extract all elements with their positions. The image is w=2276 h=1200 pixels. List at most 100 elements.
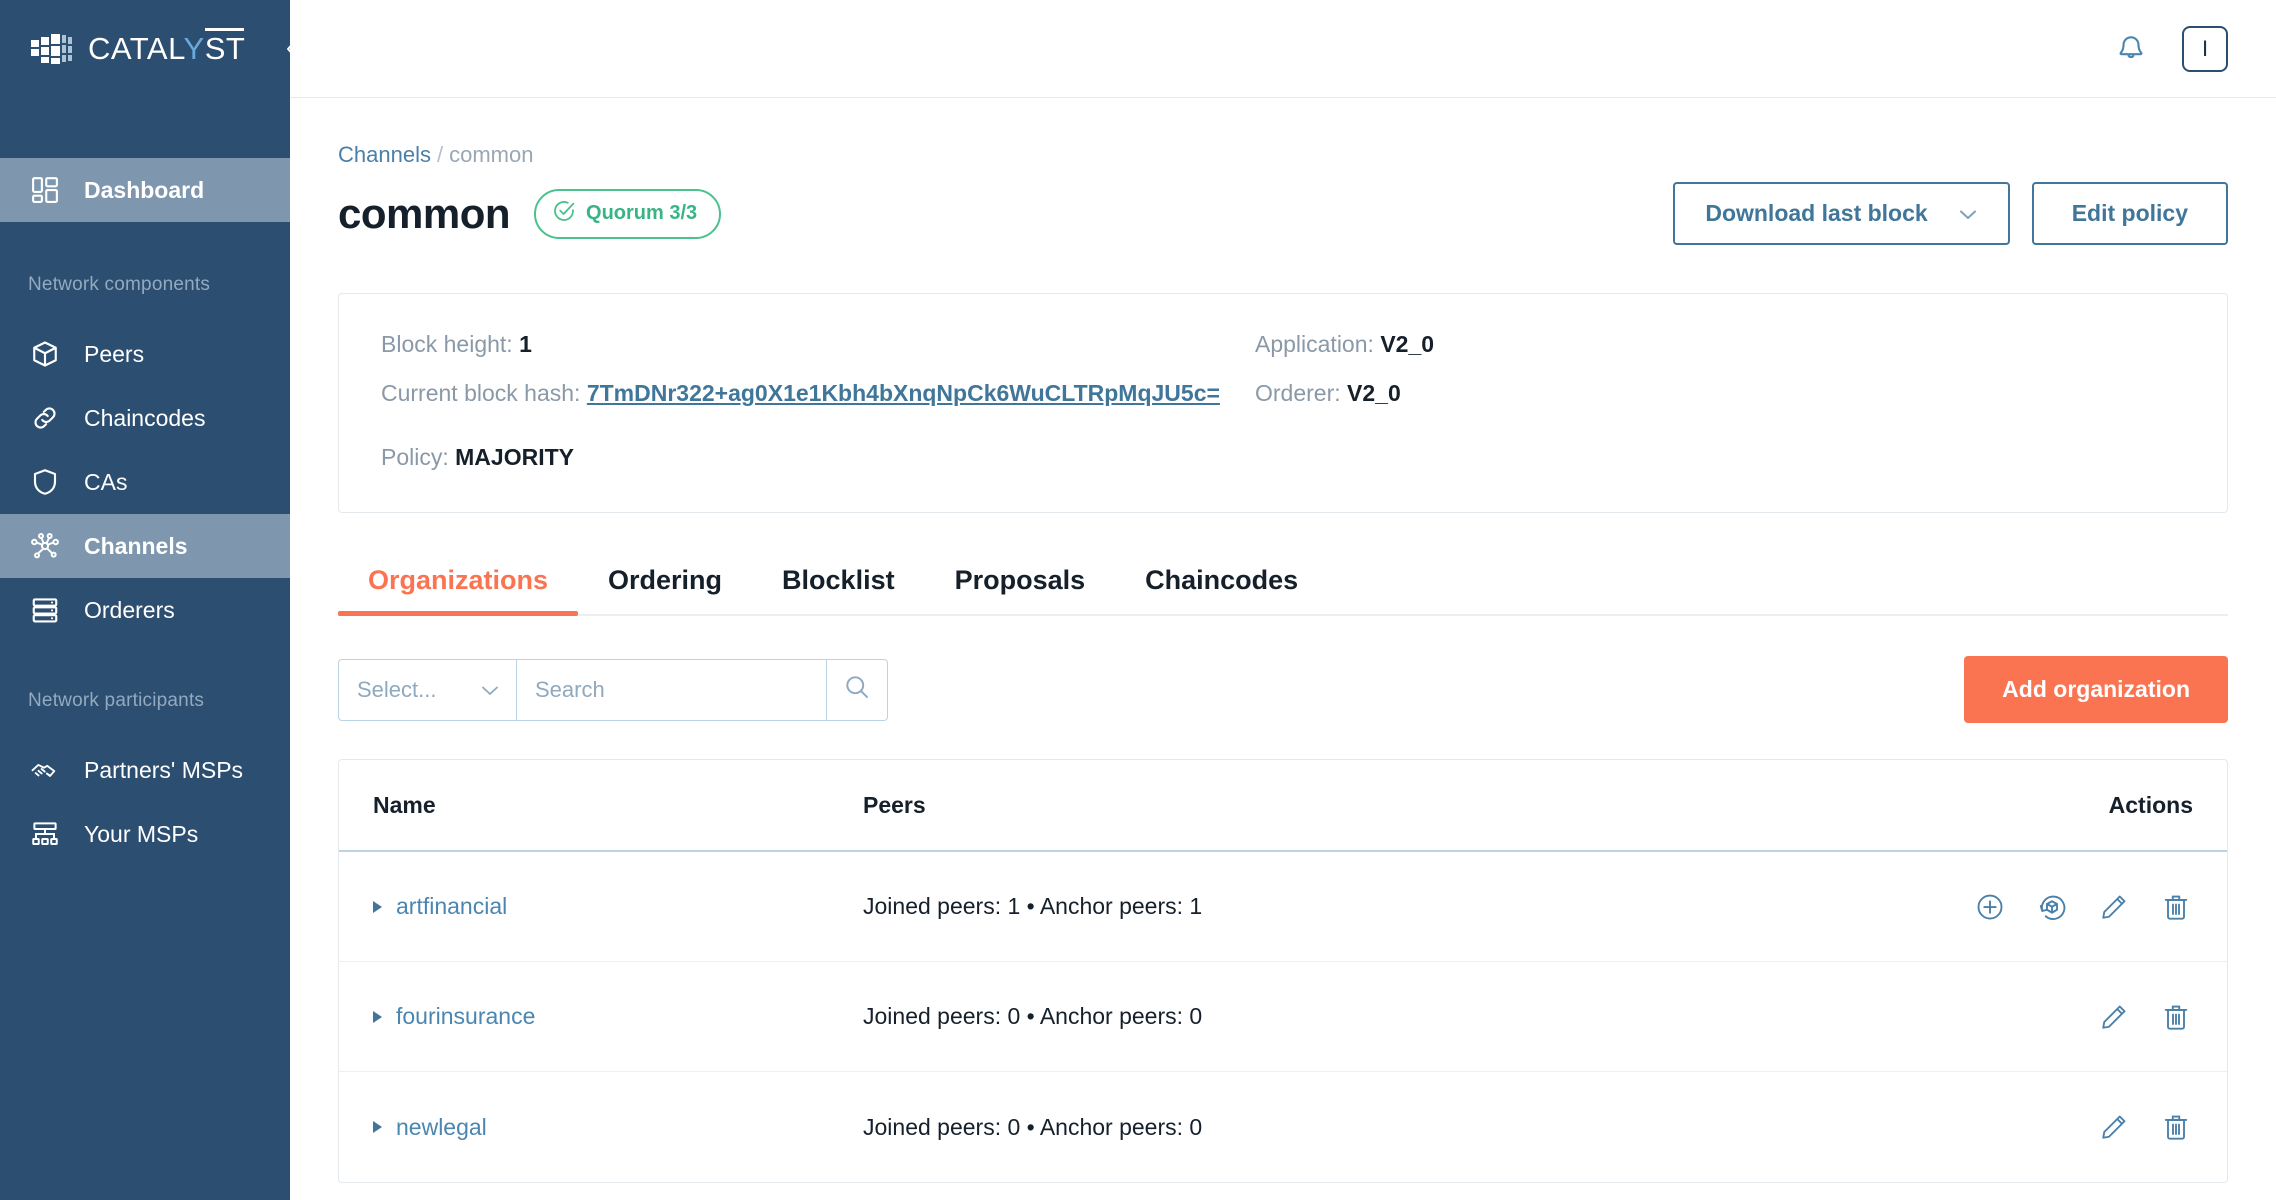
tab-organizations[interactable]: Organizations xyxy=(338,565,578,614)
edit-pencil-icon[interactable] xyxy=(2097,1110,2131,1144)
sidebar-item-label: Dashboard xyxy=(84,177,204,204)
brand-name: CATALYST xyxy=(88,31,245,67)
sidebar-item-label: Channels xyxy=(84,533,188,560)
sidebar-item-label: Partners' MSPs xyxy=(84,757,243,784)
table-toolbar: Select... xyxy=(338,656,2228,723)
row-name-cell: artfinancial xyxy=(373,893,863,920)
add-organization-button[interactable]: Add organization xyxy=(1964,656,2228,723)
block-hash-label: Current block hash: xyxy=(381,380,580,406)
tab-chaincodes[interactable]: Chaincodes xyxy=(1115,565,1328,614)
application-row: Application: V2_0 xyxy=(1255,328,2185,361)
chevron-left-icon[interactable] xyxy=(283,34,303,64)
row-peers-cell: Joined peers: 0 • Anchor peers: 0 xyxy=(863,1114,1893,1141)
row-name-cell: fourinsurance xyxy=(373,1003,863,1030)
organization-name[interactable]: artfinancial xyxy=(396,893,507,920)
sidebar-item-cas[interactable]: CAs xyxy=(0,450,290,514)
plus-circle-icon[interactable] xyxy=(1973,890,2007,924)
sidebar-item-label: Your MSPs xyxy=(84,821,198,848)
block-height-value: 1 xyxy=(519,331,532,357)
organization-name[interactable]: fourinsurance xyxy=(396,1003,535,1030)
sidebar-item-channels[interactable]: Channels xyxy=(0,514,290,578)
column-header-name: Name xyxy=(373,792,863,819)
download-last-block-label: Download last block xyxy=(1705,200,1927,227)
server-icon xyxy=(28,593,62,627)
app-root: CATALYST Dashboard Netwo xyxy=(0,0,2276,1200)
channel-info-card: Block height: 1 Current block hash: 7TmD… xyxy=(338,293,2228,513)
expand-caret-icon[interactable] xyxy=(373,1011,382,1023)
shield-icon xyxy=(28,465,62,499)
check-circle-icon xyxy=(552,199,576,229)
sidebar-section-network-components: Network components xyxy=(0,274,290,296)
block-hash-value[interactable]: 7TmDNr322+ag0X1e1Kbh4bXnqNpCk6WuCLTRpMqJ… xyxy=(587,380,1220,406)
chevron-down-icon xyxy=(480,677,500,703)
sidebar-item-orderers[interactable]: Orderers xyxy=(0,578,290,642)
brand-name-part-st: ST xyxy=(205,31,246,66)
search-button[interactable] xyxy=(826,659,888,721)
sidebar-item-partners-msps[interactable]: Partners' MSPs xyxy=(0,738,290,802)
row-name-cell: newlegal xyxy=(373,1114,863,1141)
bell-icon[interactable] xyxy=(2110,28,2152,70)
delete-trash-icon[interactable] xyxy=(2159,890,2193,924)
edit-pencil-icon[interactable] xyxy=(2097,890,2131,924)
dashboard-icon xyxy=(28,173,62,207)
anchor-peer-icon[interactable] xyxy=(2035,890,2069,924)
avatar-initial: I xyxy=(2202,36,2208,62)
sidebar-nav: Dashboard Network components Peers xyxy=(0,158,290,866)
policy-row: Policy: MAJORITY xyxy=(381,441,1255,474)
sidebar-item-label: Chaincodes xyxy=(84,405,205,432)
filter-select[interactable]: Select... xyxy=(338,659,516,721)
tab-proposals[interactable]: Proposals xyxy=(925,565,1116,614)
handshake-icon xyxy=(28,753,62,787)
organization-name[interactable]: newlegal xyxy=(396,1114,487,1141)
expand-caret-icon[interactable] xyxy=(373,901,382,913)
delete-trash-icon[interactable] xyxy=(2159,1000,2193,1034)
delete-trash-icon[interactable] xyxy=(2159,1110,2193,1144)
sidebar-item-peers[interactable]: Peers xyxy=(0,322,290,386)
channel-info-left: Block height: 1 Current block hash: 7TmD… xyxy=(381,328,1255,474)
search-field-wrap xyxy=(516,659,826,721)
breadcrumb: Channels/common xyxy=(338,142,2228,168)
main-area: I Channels/common common xyxy=(290,0,2276,1200)
sidebar-item-label: Orderers xyxy=(84,597,175,624)
edit-pencil-icon[interactable] xyxy=(2097,1000,2131,1034)
row-actions-cell xyxy=(1893,1000,2193,1034)
filter-select-value: Select... xyxy=(357,677,436,703)
sidebar-item-chaincodes[interactable]: Chaincodes xyxy=(0,386,290,450)
edit-policy-button[interactable]: Edit policy xyxy=(2032,182,2228,245)
sidebar-item-dashboard[interactable]: Dashboard xyxy=(0,158,290,222)
orderer-label: Orderer: xyxy=(1255,380,1341,406)
cube-icon xyxy=(28,337,62,371)
page-content: Channels/common common Quorum 3/3 xyxy=(290,98,2276,1200)
page-title: common xyxy=(338,190,510,238)
column-header-actions: Actions xyxy=(1893,792,2193,819)
topbar: I xyxy=(290,0,2276,98)
row-actions-cell xyxy=(1893,1110,2193,1144)
download-last-block-button[interactable]: Download last block xyxy=(1673,182,2009,245)
tabs: Organizations Ordering Blocklist Proposa… xyxy=(338,565,2228,616)
brand: CATALYST xyxy=(0,0,290,98)
orderer-value: V2_0 xyxy=(1347,380,1401,406)
tab-ordering[interactable]: Ordering xyxy=(578,565,752,614)
avatar[interactable]: I xyxy=(2182,26,2228,72)
column-header-peers: Peers xyxy=(863,792,1893,819)
page-header-left: common Quorum 3/3 xyxy=(338,189,721,239)
tab-blocklist[interactable]: Blocklist xyxy=(752,565,925,614)
sidebar-item-label: Peers xyxy=(84,341,144,368)
search-input[interactable] xyxy=(535,677,808,703)
table-row: fourinsurance Joined peers: 0 • Anchor p… xyxy=(339,962,2227,1072)
block-height-label: Block height: xyxy=(381,331,513,357)
org-chart-icon xyxy=(28,817,62,851)
breadcrumb-link-channels[interactable]: Channels xyxy=(338,142,431,167)
status-badge: Quorum 3/3 xyxy=(534,189,721,239)
edit-policy-label: Edit policy xyxy=(2072,200,2188,227)
sidebar: CATALYST Dashboard Netwo xyxy=(0,0,290,1200)
organizations-table: Name Peers Actions artfinancial Joined p… xyxy=(338,759,2228,1183)
breadcrumb-current: common xyxy=(449,142,533,167)
sidebar-item-your-msps[interactable]: Your MSPs xyxy=(0,802,290,866)
table-row: artfinancial Joined peers: 1 • Anchor pe… xyxy=(339,852,2227,962)
expand-caret-icon[interactable] xyxy=(373,1121,382,1133)
row-peers-cell: Joined peers: 1 • Anchor peers: 1 xyxy=(863,893,1893,920)
application-label: Application: xyxy=(1255,331,1374,357)
network-icon xyxy=(28,529,62,563)
row-peers-cell: Joined peers: 0 • Anchor peers: 0 xyxy=(863,1003,1893,1030)
